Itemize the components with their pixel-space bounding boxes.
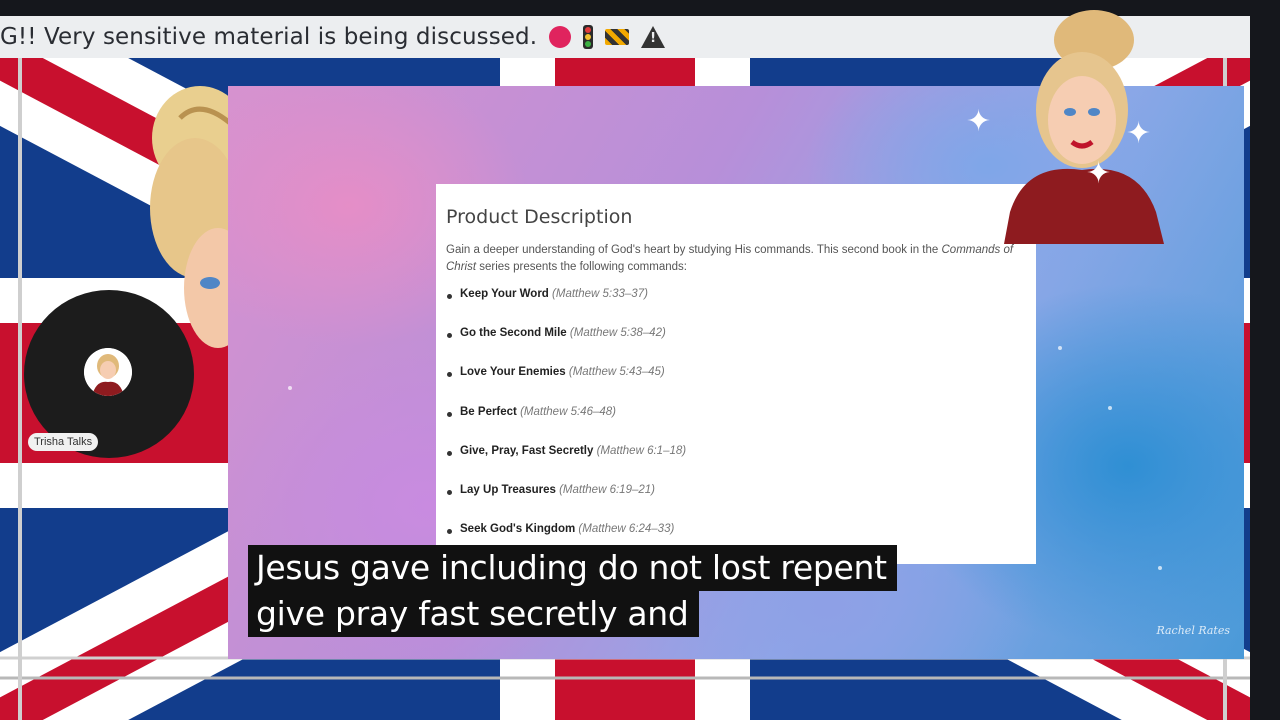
list-item: Keep Your Word (Matthew 5:33–37) [447, 288, 1026, 327]
subtitle-captions: Jesus gave including do not lost repent … [248, 545, 897, 637]
intro-text-end: series presents the following commands: [476, 261, 687, 273]
avatar [84, 348, 132, 396]
sparkle-star-icon: ✦ [966, 104, 992, 139]
sparkle-star-icon: ✦ [1086, 156, 1112, 191]
command-ref: (Matthew 6:24–33) [578, 523, 675, 536]
streamer-name-label: Trisha Talks [28, 433, 99, 451]
list-item: Be Perfect (Matthew 5:46–48) [447, 405, 1026, 445]
command-name: Give, Pray, Fast Secretly [460, 444, 594, 457]
command-name: Love Your Enemies [460, 366, 566, 379]
product-heading: Product Description [446, 206, 633, 228]
command-ref: (Matthew 6:1–18) [596, 444, 687, 457]
command-name: Keep Your Word [460, 288, 549, 300]
command-name: Lay Up Treasures [460, 483, 556, 496]
traffic-light-icon [583, 25, 594, 49]
list-item: Lay Up Treasures (Matthew 6:19–21) [447, 483, 1026, 523]
command-name: Seek God's Kingdom [460, 523, 576, 536]
product-intro: Gain a deeper understanding of God's hea… [446, 242, 1026, 276]
sparkle-star-icon: ✦ [1126, 116, 1152, 151]
ticker-icons [549, 25, 666, 49]
list-item: Give, Pray, Fast Secretly (Matthew 6:1–1… [447, 444, 1026, 484]
subtitle-line-2: give pray fast secretly and [248, 591, 699, 637]
construction-barrier-icon [605, 29, 630, 45]
warning-icon [641, 26, 666, 48]
intro-text-start: Gain a deeper understanding of God's hea… [446, 244, 942, 256]
command-ref: (Matthew 5:38–42) [569, 327, 666, 340]
commands-list: Keep Your Word (Matthew 5:33–37) Go the … [446, 288, 1026, 562]
command-ref: (Matthew 6:19–21) [559, 483, 655, 496]
command-ref: (Matthew 5:46–48) [520, 405, 616, 418]
list-item: Love Your Enemies (Matthew 5:43–45) [447, 366, 1026, 405]
product-description-card: Product Description Gain a deeper unders… [436, 184, 1036, 564]
command-ref: (Matthew 5:33–37) [552, 288, 648, 300]
command-name: Be Perfect [460, 405, 517, 418]
list-item: Go the Second Mile (Matthew 5:38–42) [447, 327, 1026, 366]
subtitle-line-1: Jesus gave including do not lost repent [248, 545, 897, 591]
command-ref: (Matthew 5:43–45) [568, 366, 665, 379]
artist-watermark: Rachel Rates [1156, 624, 1230, 637]
stop-icon [549, 26, 572, 48]
command-name: Go the Second Mile [460, 327, 567, 340]
ticker-text: G!! Very sensitive material is being dis… [0, 24, 538, 50]
